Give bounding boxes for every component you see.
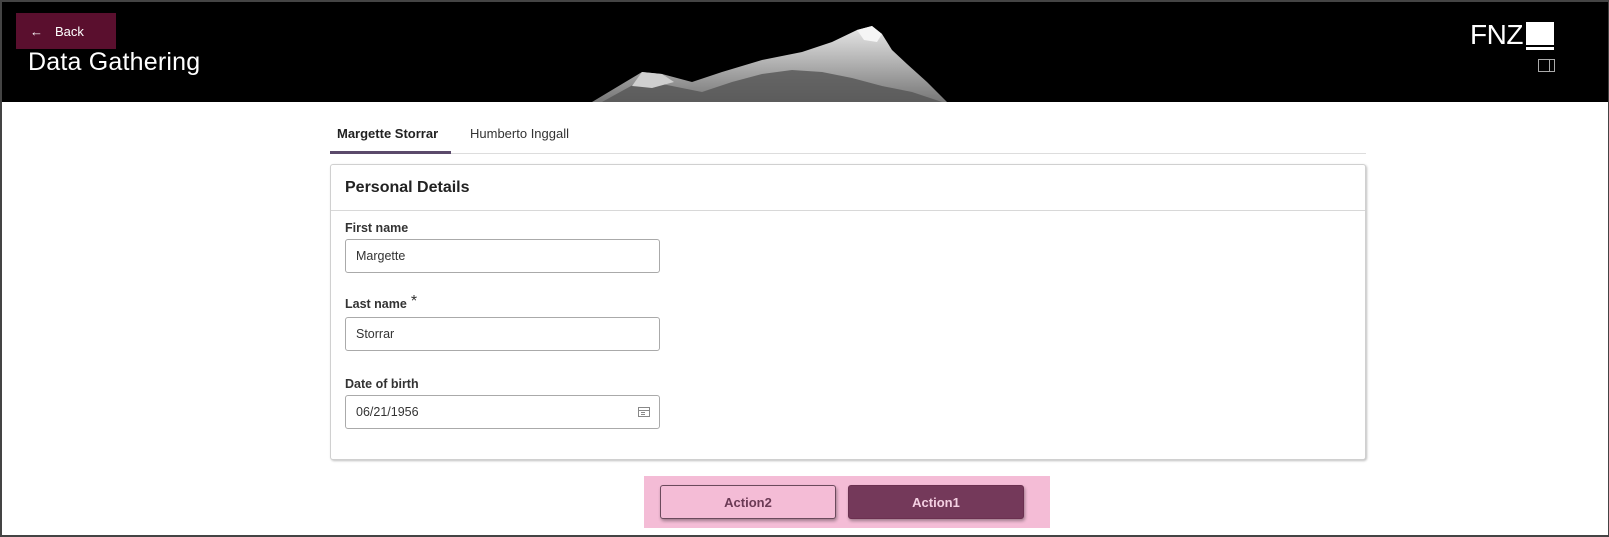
action1-button[interactable]: Action1 bbox=[848, 485, 1024, 519]
panel-toggle-icon[interactable] bbox=[1538, 59, 1555, 72]
first-name-field[interactable]: Margette bbox=[345, 239, 660, 273]
logo-mark bbox=[1525, 22, 1554, 50]
dob-label-text: Date of birth bbox=[345, 377, 419, 391]
calendar-icon[interactable] bbox=[638, 407, 650, 417]
tab-humberto-inggall[interactable]: Humberto Inggall bbox=[463, 120, 576, 154]
page-title: Data Gathering bbox=[28, 48, 201, 76]
logo-text: FNZ bbox=[1470, 19, 1523, 50]
last-name-field[interactable]: Storrar bbox=[345, 317, 660, 351]
arrow-left-icon: ← bbox=[30, 23, 43, 39]
last-name-label: Last name * bbox=[345, 293, 418, 313]
person-tabs: Margette Storrar Humberto Inggall bbox=[330, 120, 1366, 154]
last-name-value: Storrar bbox=[356, 327, 395, 341]
first-name-label: First name bbox=[345, 221, 408, 235]
dob-label: Date of birth bbox=[345, 377, 419, 391]
personal-details-card: Personal Details First name Margette Las… bbox=[330, 164, 1366, 460]
required-asterisk: * bbox=[410, 293, 418, 310]
action2-button[interactable]: Action2 bbox=[660, 485, 836, 519]
date-of-birth-field[interactable]: 06/21/1956 bbox=[345, 395, 660, 429]
mountain-banner-image bbox=[592, 26, 947, 102]
first-name-value: Margette bbox=[356, 249, 406, 263]
app-window: ← Back Data Gathering FNZ Margette Storr… bbox=[0, 0, 1609, 537]
card-title: Personal Details bbox=[331, 165, 1365, 211]
first-name-label-text: First name bbox=[345, 221, 409, 235]
last-name-label-text: Last name bbox=[345, 297, 407, 311]
tab-margette-storrar[interactable]: Margette Storrar bbox=[330, 120, 451, 154]
dob-value: 06/21/1956 bbox=[356, 405, 419, 419]
page-header: ← Back Data Gathering FNZ bbox=[2, 2, 1608, 102]
action-bar: Action2 Action1 bbox=[644, 476, 1050, 528]
back-button-label: Back bbox=[55, 23, 84, 39]
back-button[interactable]: ← Back bbox=[16, 13, 116, 49]
fnz-logo: FNZ bbox=[1470, 20, 1554, 50]
